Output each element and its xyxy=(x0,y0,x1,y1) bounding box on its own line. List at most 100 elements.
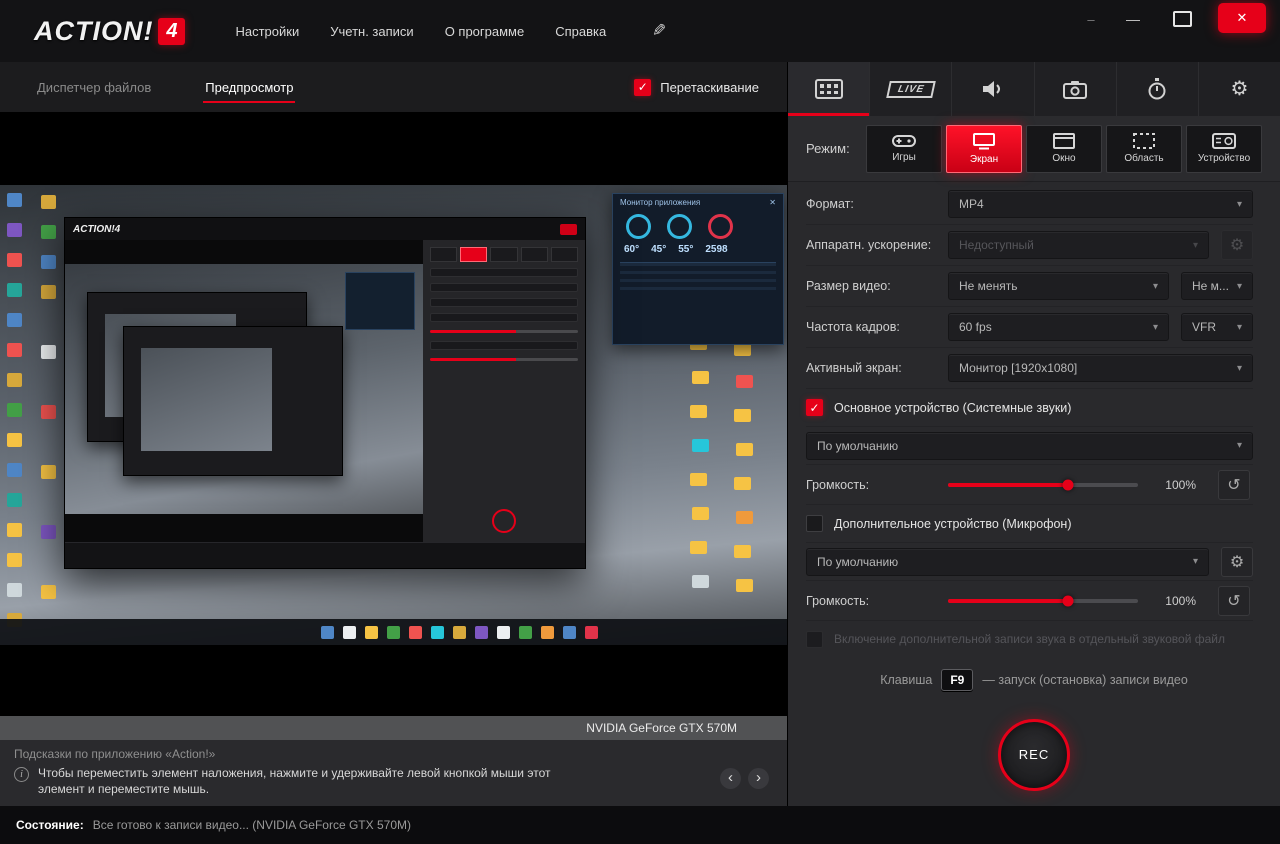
desktop-wallpaper-screenshot: Монитор приложения ✕ 60° 45° 55° 2598 xyxy=(0,185,787,645)
rec-button[interactable]: REC xyxy=(998,719,1070,791)
tab-live-streaming[interactable]: LIVE xyxy=(869,62,951,116)
preview-tabbar: Диспетчер файлов Предпросмотр ✓ Перетаск… xyxy=(0,62,787,112)
main-area: Диспетчер файлов Предпросмотр ✓ Перетаск… xyxy=(0,62,1280,806)
tab-audio-recording[interactable] xyxy=(951,62,1033,116)
hw-accel-gear-button: ⚙ xyxy=(1221,230,1253,260)
stopwatch-icon xyxy=(1147,78,1167,100)
primary-audio-row[interactable]: ✓ Основное устройство (Системные звуки) xyxy=(806,389,1253,427)
minimize-to-tray-button[interactable]: – xyxy=(1072,0,1110,38)
primary-volume-slider[interactable] xyxy=(948,483,1138,487)
hud-monitor-widget: Монитор приложения ✕ 60° 45° 55° 2598 xyxy=(612,193,784,345)
mode-window-button[interactable]: Окно xyxy=(1026,125,1102,173)
format-label: Формат: xyxy=(806,197,948,211)
window-icon xyxy=(1053,133,1075,149)
slider-fill xyxy=(948,483,1068,487)
hw-accel-select: Недоступный ▾ xyxy=(948,231,1209,259)
chevron-down-icon: ▾ xyxy=(1145,281,1158,292)
rec-button-label: REC xyxy=(1019,747,1049,762)
check-icon: ✓ xyxy=(809,401,819,415)
framerate-select[interactable]: 60 fps ▾ xyxy=(948,313,1169,341)
secondary-volume-label: Громкость: xyxy=(806,594,948,608)
preview-panel: Диспетчер файлов Предпросмотр ✓ Перетаск… xyxy=(0,62,787,806)
minimize-button[interactable]: — xyxy=(1110,0,1156,38)
separate-audio-row: Включение дополнительной записи звука в … xyxy=(806,621,1253,657)
framerate-mode-select[interactable]: VFR ▾ xyxy=(1181,313,1253,341)
hotkey-prefix: Клавиша xyxy=(880,673,932,687)
status-bar: Состояние: Все готово к записи видео... … xyxy=(0,806,1280,844)
hotkey-suffix: — запуск (остановка) записи видео xyxy=(982,673,1187,687)
nested-close-icon xyxy=(560,224,577,235)
nested-preview xyxy=(65,240,423,542)
window-controls: – — ✕ xyxy=(1072,0,1280,62)
menu-accounts[interactable]: Учетн. записи xyxy=(328,18,415,45)
separate-audio-checkbox xyxy=(806,631,823,648)
mode-screen-button[interactable]: Экран xyxy=(946,125,1022,173)
secondary-audio-device-select[interactable]: По умолчанию ▾ xyxy=(806,548,1209,576)
drag-checkbox-label: Перетаскивание xyxy=(660,80,759,95)
mode-games-button[interactable]: Игры xyxy=(866,125,942,173)
framerate-row: Частота кадров: 60 fps ▾ VFR ▾ xyxy=(806,307,1253,348)
logo-version-badge: 4 xyxy=(158,18,185,45)
mode-device-button[interactable]: Устройство xyxy=(1186,125,1262,173)
maximize-button[interactable] xyxy=(1156,0,1208,38)
close-button[interactable]: ✕ xyxy=(1218,3,1266,33)
format-select[interactable]: MP4 ▾ xyxy=(948,190,1253,218)
tip-text: Чтобы переместить элемент наложения, наж… xyxy=(38,765,578,797)
primary-volume-reset-button[interactable]: ↺ xyxy=(1218,470,1250,500)
chevron-down-icon: ▾ xyxy=(1185,240,1198,251)
active-screen-select[interactable]: Монитор [1920x1080] ▾ xyxy=(948,354,1253,382)
check-icon: ✓ xyxy=(638,80,648,94)
widget-title: Монитор приложения xyxy=(620,198,700,207)
secondary-volume-reset-button[interactable]: ↺ xyxy=(1218,586,1250,616)
titlebar: ACTION! 4 Настройки Учетн. записи О прог… xyxy=(0,0,1280,62)
main-menu: Настройки Учетн. записи О программе Спра… xyxy=(233,18,608,45)
tab-file-manager[interactable]: Диспетчер файлов xyxy=(35,72,153,103)
maximize-icon xyxy=(1173,11,1192,27)
menu-help[interactable]: Справка xyxy=(553,18,608,45)
video-capture-icon xyxy=(815,79,843,99)
slider-fill xyxy=(948,599,1068,603)
live-icon: LIVE xyxy=(886,81,936,98)
secondary-audio-row[interactable]: Дополнительное устройство (Микрофон) xyxy=(806,505,1253,543)
slider-knob[interactable] xyxy=(1062,595,1073,606)
tab-video-capture[interactable] xyxy=(788,62,869,116)
primary-audio-checkbox[interactable]: ✓ xyxy=(806,399,823,416)
nested-window-logo: ACTION!4 xyxy=(73,224,120,235)
format-row: Формат: MP4 ▾ xyxy=(806,184,1253,225)
secondary-audio-gear-button[interactable]: ⚙ xyxy=(1221,547,1253,577)
secondary-volume-slider[interactable] xyxy=(948,599,1138,603)
menu-settings[interactable]: Настройки xyxy=(233,18,301,45)
device-icon xyxy=(1212,133,1236,149)
widget-gauges xyxy=(626,214,770,239)
video-size-row: Размер видео: Не менять ▾ Не м... ▾ xyxy=(806,266,1253,307)
drag-checkbox[interactable]: ✓ xyxy=(634,79,651,96)
menu-about[interactable]: О программе xyxy=(443,18,527,45)
preview-viewport[interactable]: Монитор приложения ✕ 60° 45° 55° 2598 xyxy=(0,112,787,716)
tab-benchmark[interactable] xyxy=(1116,62,1198,116)
primary-volume-value: 100% xyxy=(1148,478,1196,492)
chevron-down-icon: ▾ xyxy=(1229,363,1242,374)
primary-volume-label: Громкость: xyxy=(806,478,948,492)
hotkey-key-badge: F9 xyxy=(941,669,973,691)
video-size-secondary-select[interactable]: Не м... ▾ xyxy=(1181,272,1253,300)
video-size-select[interactable]: Не менять ▾ xyxy=(948,272,1169,300)
gamepad-icon xyxy=(892,134,916,148)
tab-settings[interactable]: ⚙ xyxy=(1198,62,1280,116)
tip-next-button[interactable]: › xyxy=(748,768,769,789)
chevron-down-icon: ▾ xyxy=(1229,440,1242,451)
region-icon xyxy=(1133,133,1155,149)
mode-region-button[interactable]: Область xyxy=(1106,125,1182,173)
action-app-window: ACTION! 4 Настройки Учетн. записи О прог… xyxy=(0,0,1280,844)
mode-row: Режим: Игры xyxy=(788,116,1280,182)
drag-and-drop-toggle[interactable]: ✓ Перетаскивание xyxy=(634,79,759,96)
slider-knob[interactable] xyxy=(1062,479,1073,490)
theme-brush-icon[interactable]: ✎ xyxy=(652,21,666,41)
tip-prev-button[interactable]: ‹ xyxy=(720,768,741,789)
tab-screenshots[interactable] xyxy=(1034,62,1116,116)
secondary-audio-label: Дополнительное устройство (Микрофон) xyxy=(834,517,1072,531)
secondary-audio-checkbox[interactable] xyxy=(806,515,823,532)
nested-rec-button xyxy=(492,509,516,533)
app-logo: ACTION! 4 xyxy=(34,16,185,47)
tab-preview[interactable]: Предпросмотр xyxy=(203,72,295,103)
primary-audio-device-select[interactable]: По умолчанию ▾ xyxy=(806,432,1253,460)
